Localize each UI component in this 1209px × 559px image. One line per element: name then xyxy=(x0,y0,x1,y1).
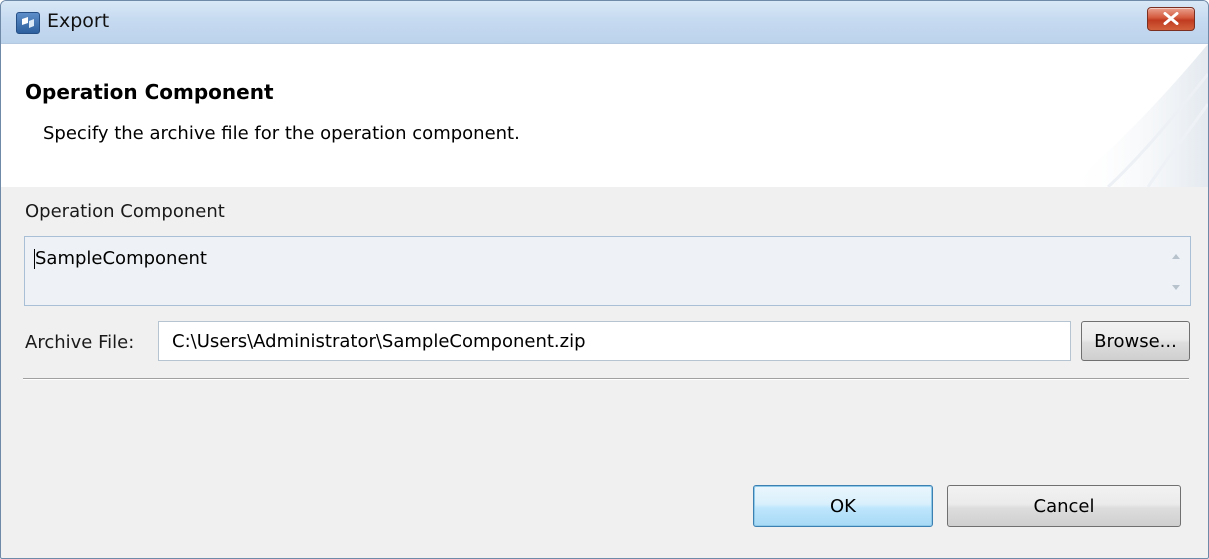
separator xyxy=(23,378,1189,380)
dialog-header: Operation Component Specify the archive … xyxy=(1,44,1208,187)
archive-file-label: Archive File: xyxy=(25,332,135,353)
window-title: Export xyxy=(47,10,110,32)
archive-file-input[interactable] xyxy=(158,321,1071,361)
scroll-down-icon[interactable] xyxy=(1168,279,1184,295)
close-icon xyxy=(1163,12,1179,25)
operation-component-label: Operation Component xyxy=(25,201,225,222)
app-icon xyxy=(16,12,40,34)
ok-button[interactable]: OK xyxy=(753,485,933,527)
header-description: Specify the archive file for the operati… xyxy=(43,123,520,144)
scroll-up-icon[interactable] xyxy=(1168,249,1184,265)
cancel-button[interactable]: Cancel xyxy=(947,485,1181,527)
export-dialog: Export Operation Component Specify the a… xyxy=(0,0,1209,559)
operation-component-field[interactable]: SampleComponent xyxy=(24,236,1191,306)
title-bar[interactable]: Export xyxy=(1,1,1208,44)
browse-button[interactable]: Browse... xyxy=(1081,321,1190,361)
close-button[interactable] xyxy=(1147,7,1195,31)
header-title: Operation Component xyxy=(25,80,274,104)
operation-component-value: SampleComponent xyxy=(35,248,207,269)
header-decoration xyxy=(1068,44,1208,187)
